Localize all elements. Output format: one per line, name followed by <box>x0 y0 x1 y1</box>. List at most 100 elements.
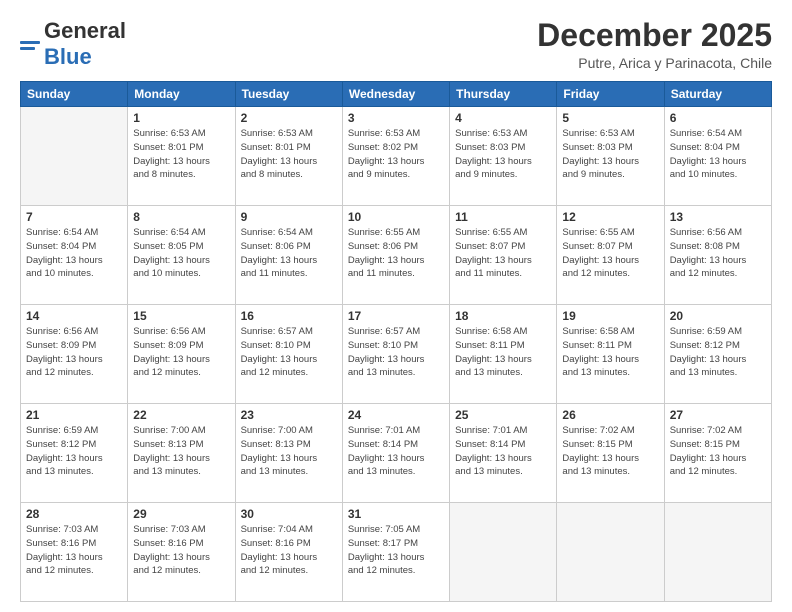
day-info: Sunrise: 6:53 AMSunset: 8:01 PMDaylight:… <box>133 127 229 182</box>
day-number: 20 <box>670 309 766 323</box>
day-number: 29 <box>133 507 229 521</box>
calendar-day-cell: 13 Sunrise: 6:56 AMSunset: 8:08 PMDayligh… <box>664 206 771 305</box>
day-info: Sunrise: 6:58 AMSunset: 8:11 PMDaylight:… <box>455 325 551 380</box>
day-info: Sunrise: 7:03 AMSunset: 8:16 PMDaylight:… <box>26 523 122 578</box>
calendar-dow-monday: Monday <box>128 82 235 107</box>
calendar-day-cell: 9 Sunrise: 6:54 AMSunset: 8:06 PMDaylight… <box>235 206 342 305</box>
day-info: Sunrise: 7:04 AMSunset: 8:16 PMDaylight:… <box>241 523 337 578</box>
day-number: 6 <box>670 111 766 125</box>
calendar-day-cell: 25 Sunrise: 7:01 AMSunset: 8:14 PMDayligh… <box>450 404 557 503</box>
day-info: Sunrise: 6:57 AMSunset: 8:10 PMDaylight:… <box>348 325 444 380</box>
calendar-day-cell: 10 Sunrise: 6:55 AMSunset: 8:06 PMDayligh… <box>342 206 449 305</box>
calendar-week-row: 21Sunrise: 6:59 AMSunset: 8:12 PMDayligh… <box>21 404 772 503</box>
day-number: 17 <box>348 309 444 323</box>
day-number: 7 <box>26 210 122 224</box>
calendar-day-cell: 20 Sunrise: 6:59 AMSunset: 8:12 PMDayligh… <box>664 305 771 404</box>
day-number: 11 <box>455 210 551 224</box>
day-info: Sunrise: 6:56 AMSunset: 8:09 PMDaylight:… <box>26 325 122 380</box>
calendar-day-cell: 30 Sunrise: 7:04 AMSunset: 8:16 PMDayligh… <box>235 503 342 602</box>
day-info: Sunrise: 7:00 AMSunset: 8:13 PMDaylight:… <box>133 424 229 479</box>
calendar-day-cell: 31Sunrise: 7:05 AMSunset: 8:17 PMDayligh… <box>342 503 449 602</box>
calendar-day-cell: 12 Sunrise: 6:55 AMSunset: 8:07 PMDayligh… <box>557 206 664 305</box>
calendar-day-cell: 17 Sunrise: 6:57 AMSunset: 8:10 PMDayligh… <box>342 305 449 404</box>
day-number: 9 <box>241 210 337 224</box>
logo: GeneralBlue <box>20 18 126 70</box>
day-number: 27 <box>670 408 766 422</box>
day-info: Sunrise: 7:02 AMSunset: 8:15 PMDaylight:… <box>562 424 658 479</box>
day-number: 30 <box>241 507 337 521</box>
calendar-day-cell: 5 Sunrise: 6:53 AMSunset: 8:03 PMDaylight… <box>557 107 664 206</box>
calendar-week-row: 28 Sunrise: 7:03 AMSunset: 8:16 PMDayligh… <box>21 503 772 602</box>
day-number: 2 <box>241 111 337 125</box>
calendar-day-cell: 27 Sunrise: 7:02 AMSunset: 8:15 PMDayligh… <box>664 404 771 503</box>
day-number: 31 <box>348 507 444 521</box>
calendar-dow-saturday: Saturday <box>664 82 771 107</box>
day-info: Sunrise: 6:56 AMSunset: 8:09 PMDaylight:… <box>133 325 229 380</box>
day-number: 4 <box>455 111 551 125</box>
day-info: Sunrise: 6:53 AMSunset: 8:03 PMDaylight:… <box>562 127 658 182</box>
calendar-day-cell <box>557 503 664 602</box>
calendar-day-cell: 19Sunrise: 6:58 AMSunset: 8:11 PMDayligh… <box>557 305 664 404</box>
calendar-day-cell: 2Sunrise: 6:53 AMSunset: 8:01 PMDaylight… <box>235 107 342 206</box>
calendar-week-row: 7Sunrise: 6:54 AMSunset: 8:04 PMDaylight… <box>21 206 772 305</box>
day-info: Sunrise: 6:55 AMSunset: 8:07 PMDaylight:… <box>455 226 551 281</box>
calendar-day-cell <box>664 503 771 602</box>
day-info: Sunrise: 6:54 AMSunset: 8:04 PMDaylight:… <box>670 127 766 182</box>
day-info: Sunrise: 6:55 AMSunset: 8:07 PMDaylight:… <box>562 226 658 281</box>
day-number: 24 <box>348 408 444 422</box>
day-info: Sunrise: 6:55 AMSunset: 8:06 PMDaylight:… <box>348 226 444 281</box>
day-info: Sunrise: 7:01 AMSunset: 8:14 PMDaylight:… <box>348 424 444 479</box>
day-info: Sunrise: 6:56 AMSunset: 8:08 PMDaylight:… <box>670 226 766 281</box>
calendar-day-cell: 23Sunrise: 7:00 AMSunset: 8:13 PMDayligh… <box>235 404 342 503</box>
calendar-day-cell: 6 Sunrise: 6:54 AMSunset: 8:04 PMDaylight… <box>664 107 771 206</box>
day-number: 10 <box>348 210 444 224</box>
calendar-day-cell: 16 Sunrise: 6:57 AMSunset: 8:10 PMDayligh… <box>235 305 342 404</box>
calendar-day-cell <box>450 503 557 602</box>
calendar-header-row: SundayMondayTuesdayWednesdayThursdayFrid… <box>21 82 772 107</box>
logo-text: GeneralBlue <box>44 18 126 70</box>
day-number: 8 <box>133 210 229 224</box>
calendar-day-cell: 24 Sunrise: 7:01 AMSunset: 8:14 PMDayligh… <box>342 404 449 503</box>
location-title: Putre, Arica y Parinacota, Chile <box>537 55 772 71</box>
day-info: Sunrise: 7:01 AMSunset: 8:14 PMDaylight:… <box>455 424 551 479</box>
day-number: 25 <box>455 408 551 422</box>
calendar-day-cell: 15Sunrise: 6:56 AMSunset: 8:09 PMDayligh… <box>128 305 235 404</box>
day-info: Sunrise: 7:00 AMSunset: 8:13 PMDaylight:… <box>241 424 337 479</box>
calendar-day-cell: 21Sunrise: 6:59 AMSunset: 8:12 PMDayligh… <box>21 404 128 503</box>
day-info: Sunrise: 7:03 AMSunset: 8:16 PMDaylight:… <box>133 523 229 578</box>
day-number: 16 <box>241 309 337 323</box>
title-block: December 2025 Putre, Arica y Parinacota,… <box>537 18 772 71</box>
day-info: Sunrise: 6:57 AMSunset: 8:10 PMDaylight:… <box>241 325 337 380</box>
calendar-day-cell: 7Sunrise: 6:54 AMSunset: 8:04 PMDaylight… <box>21 206 128 305</box>
calendar-day-cell: 3Sunrise: 6:53 AMSunset: 8:02 PMDaylight… <box>342 107 449 206</box>
month-title: December 2025 <box>537 18 772 53</box>
day-number: 3 <box>348 111 444 125</box>
calendar-dow-tuesday: Tuesday <box>235 82 342 107</box>
calendar-day-cell: 28 Sunrise: 7:03 AMSunset: 8:16 PMDayligh… <box>21 503 128 602</box>
day-info: Sunrise: 6:59 AMSunset: 8:12 PMDaylight:… <box>670 325 766 380</box>
day-info: Sunrise: 6:54 AMSunset: 8:06 PMDaylight:… <box>241 226 337 281</box>
day-number: 5 <box>562 111 658 125</box>
calendar-day-cell: 4 Sunrise: 6:53 AMSunset: 8:03 PMDaylight… <box>450 107 557 206</box>
calendar-week-row: 14Sunrise: 6:56 AMSunset: 8:09 PMDayligh… <box>21 305 772 404</box>
calendar-dow-friday: Friday <box>557 82 664 107</box>
calendar-day-cell: 1 Sunrise: 6:53 AMSunset: 8:01 PMDaylight… <box>128 107 235 206</box>
day-number: 21 <box>26 408 122 422</box>
day-number: 12 <box>562 210 658 224</box>
calendar-day-cell: 29 Sunrise: 7:03 AMSunset: 8:16 PMDayligh… <box>128 503 235 602</box>
day-number: 28 <box>26 507 122 521</box>
calendar-day-cell: 26 Sunrise: 7:02 AMSunset: 8:15 PMDayligh… <box>557 404 664 503</box>
day-number: 26 <box>562 408 658 422</box>
day-number: 1 <box>133 111 229 125</box>
day-number: 13 <box>670 210 766 224</box>
calendar-day-cell: 8Sunrise: 6:54 AMSunset: 8:05 PMDaylight… <box>128 206 235 305</box>
day-info: Sunrise: 7:02 AMSunset: 8:15 PMDaylight:… <box>670 424 766 479</box>
day-info: Sunrise: 6:53 AMSunset: 8:03 PMDaylight:… <box>455 127 551 182</box>
calendar-dow-wednesday: Wednesday <box>342 82 449 107</box>
calendar-day-cell: 14Sunrise: 6:56 AMSunset: 8:09 PMDayligh… <box>21 305 128 404</box>
day-number: 18 <box>455 309 551 323</box>
calendar-day-cell: 22Sunrise: 7:00 AMSunset: 8:13 PMDayligh… <box>128 404 235 503</box>
calendar-day-cell <box>21 107 128 206</box>
page: GeneralBlue December 2025 Putre, Arica y… <box>0 0 792 612</box>
calendar-table: SundayMondayTuesdayWednesdayThursdayFrid… <box>20 81 772 602</box>
